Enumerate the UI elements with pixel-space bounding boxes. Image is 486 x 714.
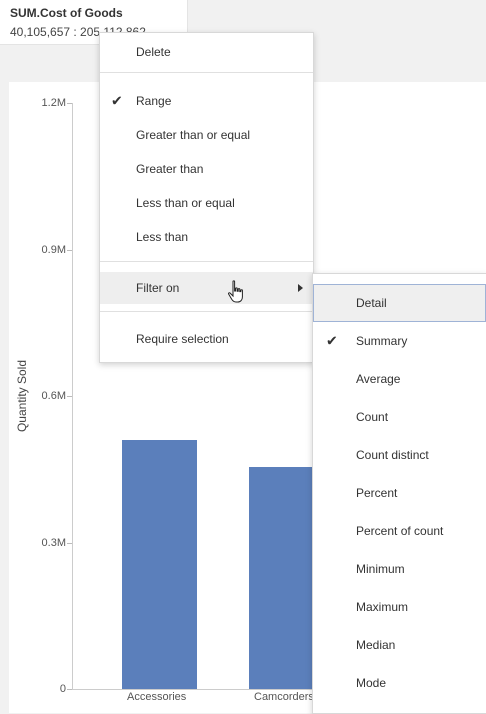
hand-pointer-icon: [227, 280, 243, 303]
submenu-item-label: Median: [356, 638, 396, 652]
submenu-item-maximum[interactable]: Maximum: [313, 588, 486, 626]
submenu-item-summary[interactable]: ✔ Summary: [313, 322, 486, 360]
y-tick-mark: [67, 689, 72, 690]
y-tick-label: 1.2M: [41, 97, 66, 109]
y-tick-label: 0: [59, 683, 66, 695]
submenu-item-label: Count: [356, 410, 389, 424]
menu-divider: [100, 311, 313, 312]
y-tick-label: 0.3M: [41, 536, 66, 549]
checkmark-icon: ✔: [326, 332, 338, 349]
menu-item-greater-than-or-equal[interactable]: Greater than or equal: [100, 119, 313, 151]
menu-item-label: Greater than: [136, 162, 204, 176]
submenu-item-minimum[interactable]: Minimum: [313, 550, 486, 588]
submenu-item-count-distinct[interactable]: Count distinct: [313, 436, 486, 474]
menu-item-label: Range: [136, 94, 172, 108]
y-tick-label: 0.9M: [41, 243, 66, 256]
checkmark-icon: ✔: [111, 92, 123, 109]
menu-item-label: Require selection: [136, 332, 229, 346]
menu-item-label: Delete: [136, 45, 171, 59]
submenu-item-label: Maximum: [356, 600, 409, 614]
menu-item-label: Filter on: [136, 281, 180, 295]
submenu-item-label: Detail: [356, 296, 387, 310]
submenu-item-label: Average: [356, 372, 401, 386]
y-axis-line: [72, 103, 73, 689]
menu-item-require-selection[interactable]: Require selection: [100, 323, 313, 355]
menu-item-less-than[interactable]: Less than: [100, 221, 313, 253]
filter-on-submenu: Detail ✔ Summary Average Count Count distinct…: [312, 273, 486, 714]
bar-accessories[interactable]: [121, 439, 197, 689]
submenu-item-count[interactable]: Count: [313, 398, 486, 436]
y-tick-mark: [67, 396, 72, 397]
filter-title: SUM.Cost of Goods: [10, 6, 123, 20]
submenu-item-percent-of-count[interactable]: Percent of count: [313, 512, 486, 550]
submenu-item-mode[interactable]: Mode: [313, 664, 486, 702]
submenu-arrow-icon: [298, 284, 303, 292]
submenu-item-median[interactable]: Median: [313, 626, 486, 664]
x-tick-label: Accessories: [127, 691, 187, 703]
menu-item-less-than-or-equal[interactable]: Less than or equal: [100, 187, 313, 219]
submenu-item-label: Summary: [356, 334, 408, 348]
menu-divider: [100, 261, 313, 262]
context-menu: Delete ✔ Range Greater than or equal Gre…: [99, 32, 314, 363]
submenu-item-label: Minimum: [356, 562, 405, 576]
submenu-item-percent[interactable]: Percent: [313, 474, 486, 512]
submenu-item-label: Percent: [356, 486, 398, 500]
submenu-item-label: Percent of count: [356, 524, 444, 538]
y-tick-mark: [67, 249, 72, 251]
menu-item-delete[interactable]: Delete: [100, 36, 313, 68]
submenu-item-label: Mode: [356, 676, 387, 690]
submenu-item-detail[interactable]: Detail: [313, 284, 486, 322]
menu-item-greater-than[interactable]: Greater than: [100, 153, 313, 185]
y-axis-label: Quantity Sold: [15, 359, 29, 433]
y-tick-mark: [67, 542, 72, 544]
submenu-item-label: Count distinct: [356, 448, 429, 462]
submenu-item-average[interactable]: Average: [313, 360, 486, 398]
x-tick-label: Camcorders: [254, 691, 314, 703]
y-tick-label: 0.6M: [41, 390, 66, 402]
menu-item-label: Less than: [136, 230, 189, 244]
y-tick-mark: [67, 103, 72, 104]
menu-item-label: Less than or equal: [136, 196, 235, 210]
menu-item-filter-on[interactable]: Filter on: [100, 272, 313, 304]
menu-divider: [100, 72, 313, 73]
menu-item-label: Greater than or equal: [136, 128, 251, 142]
menu-item-range[interactable]: ✔ Range: [100, 85, 313, 117]
